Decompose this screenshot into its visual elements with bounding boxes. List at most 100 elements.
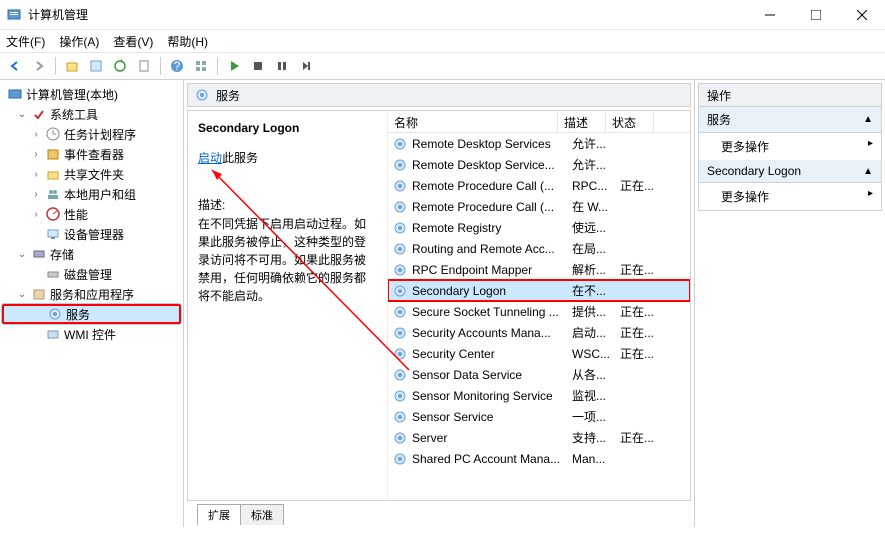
service-row[interactable]: Remote Registry使远... — [388, 217, 690, 238]
tree-wmi[interactable]: WMI 控件 — [2, 324, 181, 344]
service-name: Sensor Data Service — [412, 368, 572, 382]
svg-text:?: ? — [174, 59, 181, 73]
service-row[interactable]: Secure Socket Tunneling ...提供...正在... — [388, 301, 690, 322]
menu-file[interactable]: 文件(F) — [6, 33, 45, 50]
service-name: Shared PC Account Mana... — [412, 452, 572, 466]
service-desc: 启动... — [572, 324, 620, 341]
service-desc: 支持... — [572, 429, 620, 446]
service-row[interactable]: Remote Procedure Call (...在 W... — [388, 196, 690, 217]
collapse-icon: ▲ — [863, 114, 873, 125]
service-row[interactable]: Shared PC Account Mana...Man... — [388, 448, 690, 469]
tree-system-tools[interactable]: ⌄系统工具 — [2, 104, 181, 124]
service-name: Secure Socket Tunneling ... — [412, 305, 572, 319]
service-desc: 解析... — [572, 261, 620, 278]
maximize-button[interactable] — [793, 0, 839, 30]
gear-icon — [392, 430, 408, 446]
pause-button[interactable] — [271, 55, 293, 77]
refresh-button[interactable] — [109, 55, 131, 77]
col-name[interactable]: 名称 — [388, 111, 558, 132]
restart-button[interactable] — [295, 55, 317, 77]
tree-event-viewer[interactable]: ›事件查看器 — [2, 144, 181, 164]
menu-help[interactable]: 帮助(H) — [167, 33, 208, 50]
toolbar: ? — [0, 52, 885, 80]
tree-root[interactable]: 计算机管理(本地) — [2, 84, 181, 104]
service-row[interactable]: Remote Desktop Services允许... — [388, 133, 690, 154]
tree-shared-folders[interactable]: ›共享文件夹 — [2, 164, 181, 184]
service-name: Remote Registry — [412, 221, 572, 235]
tab-standard[interactable]: 标准 — [240, 504, 284, 525]
tree-device-manager[interactable]: 设备管理器 — [2, 224, 181, 244]
gear-icon — [392, 262, 408, 278]
tree-storage[interactable]: ⌄存储 — [2, 244, 181, 264]
collapse-icon: ▲ — [863, 166, 873, 177]
close-button[interactable] — [839, 0, 885, 30]
service-row[interactable]: Remote Procedure Call (...RPC...正在... — [388, 175, 690, 196]
export-button[interactable] — [133, 55, 155, 77]
service-desc: 监视... — [572, 387, 620, 404]
service-row[interactable]: Sensor Service一项... — [388, 406, 690, 427]
app-icon — [6, 7, 22, 23]
services-panel: 服务 Secondary Logon 启动此服务 描述: 在不同凭据下启用启动过… — [184, 80, 695, 527]
service-desc: 允许... — [572, 135, 620, 152]
gear-icon — [392, 451, 408, 467]
col-desc[interactable]: 描述 — [558, 111, 606, 132]
actions-section-services[interactable]: 服务▲ — [699, 107, 881, 133]
tree-task-scheduler[interactable]: ›任务计划程序 — [2, 124, 181, 144]
properties-button[interactable] — [85, 55, 107, 77]
gear-icon — [392, 304, 408, 320]
service-row[interactable]: Security CenterWSC...正在... — [388, 343, 690, 364]
service-name: Remote Desktop Services — [412, 137, 572, 151]
start-service-link[interactable]: 启动 — [198, 151, 222, 165]
back-button[interactable] — [4, 55, 26, 77]
service-row[interactable]: Routing and Remote Acc...在局... — [388, 238, 690, 259]
actions-section-secondary-logon[interactable]: Secondary Logon▲ — [699, 160, 881, 183]
service-desc: 从各... — [572, 366, 620, 383]
play-button[interactable] — [223, 55, 245, 77]
service-row[interactable]: Server支持...正在... — [388, 427, 690, 448]
service-name: Remote Procedure Call (... — [412, 200, 572, 214]
description-text: 在不同凭据下启用启动过程。如果此服务被停止，这种类型的登录访问将不可用。如果此服… — [198, 215, 377, 305]
services-header-label: 服务 — [216, 87, 240, 104]
gear-icon — [392, 220, 408, 236]
tree-services-apps[interactable]: ⌄服务和应用程序 — [2, 284, 181, 304]
service-name: Remote Procedure Call (... — [412, 179, 572, 193]
service-status: 正在... — [620, 177, 668, 194]
tree-local-users[interactable]: ›本地用户和组 — [2, 184, 181, 204]
stop-button[interactable] — [247, 55, 269, 77]
service-desc: 在 W... — [572, 198, 620, 215]
help-button[interactable]: ? — [166, 55, 188, 77]
service-name: Security Accounts Mana... — [412, 326, 572, 340]
menu-view[interactable]: 查看(V) — [113, 33, 153, 50]
forward-button[interactable] — [28, 55, 50, 77]
tree-performance[interactable]: ›性能 — [2, 204, 181, 224]
gear-icon — [392, 283, 408, 299]
tree-services[interactable]: 服务 — [2, 304, 181, 324]
titlebar: 计算机管理 — [0, 0, 885, 30]
column-headers: 名称 描述 状态 — [388, 111, 690, 133]
actions-more-1[interactable]: 更多操作▸ — [699, 133, 881, 160]
grid-button[interactable] — [190, 55, 212, 77]
gear-icon — [392, 388, 408, 404]
service-row[interactable]: Security Accounts Mana...启动...正在... — [388, 322, 690, 343]
service-desc: 提供... — [572, 303, 620, 320]
service-desc: 在不... — [572, 282, 620, 299]
menu-action[interactable]: 操作(A) — [59, 33, 99, 50]
service-desc: RPC... — [572, 179, 620, 193]
service-row[interactable]: Sensor Monitoring Service监视... — [388, 385, 690, 406]
service-row[interactable]: Secondary Logon在不... — [388, 280, 690, 301]
actions-panel: 操作 服务▲ 更多操作▸ Secondary Logon▲ 更多操作▸ — [695, 80, 885, 527]
minimize-button[interactable] — [747, 0, 793, 30]
service-row[interactable]: RPC Endpoint Mapper解析...正在... — [388, 259, 690, 280]
tree-disk-mgmt[interactable]: 磁盘管理 — [2, 264, 181, 284]
service-desc: Man... — [572, 452, 620, 466]
actions-more-2[interactable]: 更多操作▸ — [699, 183, 881, 210]
service-row[interactable]: Remote Desktop Service...允许... — [388, 154, 690, 175]
tab-extended[interactable]: 扩展 — [197, 504, 241, 525]
service-detail: Secondary Logon 启动此服务 描述: 在不同凭据下启用启动过程。如… — [188, 111, 388, 500]
gear-icon — [392, 157, 408, 173]
services-list[interactable]: 名称 描述 状态 Remote Desktop Services允许...Rem… — [388, 111, 690, 500]
col-status[interactable]: 状态 — [606, 111, 654, 132]
actions-header: 操作 — [698, 83, 882, 107]
service-row[interactable]: Sensor Data Service从各... — [388, 364, 690, 385]
up-button[interactable] — [61, 55, 83, 77]
